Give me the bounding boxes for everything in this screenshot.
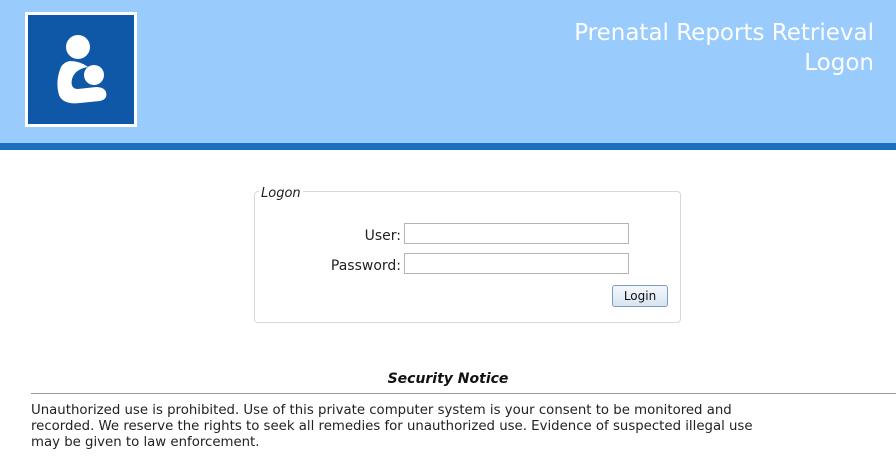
security-notice-line: may be given to law enforcement. xyxy=(31,435,260,450)
logon-legend: Logon xyxy=(259,186,303,201)
password-label: Password: xyxy=(330,258,401,274)
page-title: Prenatal Reports Retrieval Logon xyxy=(574,18,874,78)
security-notice-title: Security Notice xyxy=(387,371,509,387)
page-header: Prenatal Reports Retrieval Logon xyxy=(0,0,896,143)
security-notice-line: recorded. We reserve the rights to seek … xyxy=(31,419,753,434)
logon-fieldset: Logon User: Password: Login xyxy=(254,186,681,323)
logo xyxy=(25,12,137,127)
security-notice-text: Unauthorized use is prohibited. Use of t… xyxy=(31,403,896,451)
security-notice-line: Unauthorized use is prohibited. Use of t… xyxy=(31,403,732,418)
header-divider xyxy=(0,143,896,150)
user-input[interactable] xyxy=(404,223,629,244)
user-label: User: xyxy=(364,228,401,244)
login-button[interactable]: Login xyxy=(612,285,668,307)
title-line-app: Prenatal Reports Retrieval xyxy=(574,20,874,46)
mother-breastfeeding-icon xyxy=(28,15,134,124)
title-line-page: Logon xyxy=(804,50,874,76)
security-notice-divider xyxy=(31,393,896,394)
password-input[interactable] xyxy=(404,253,629,274)
